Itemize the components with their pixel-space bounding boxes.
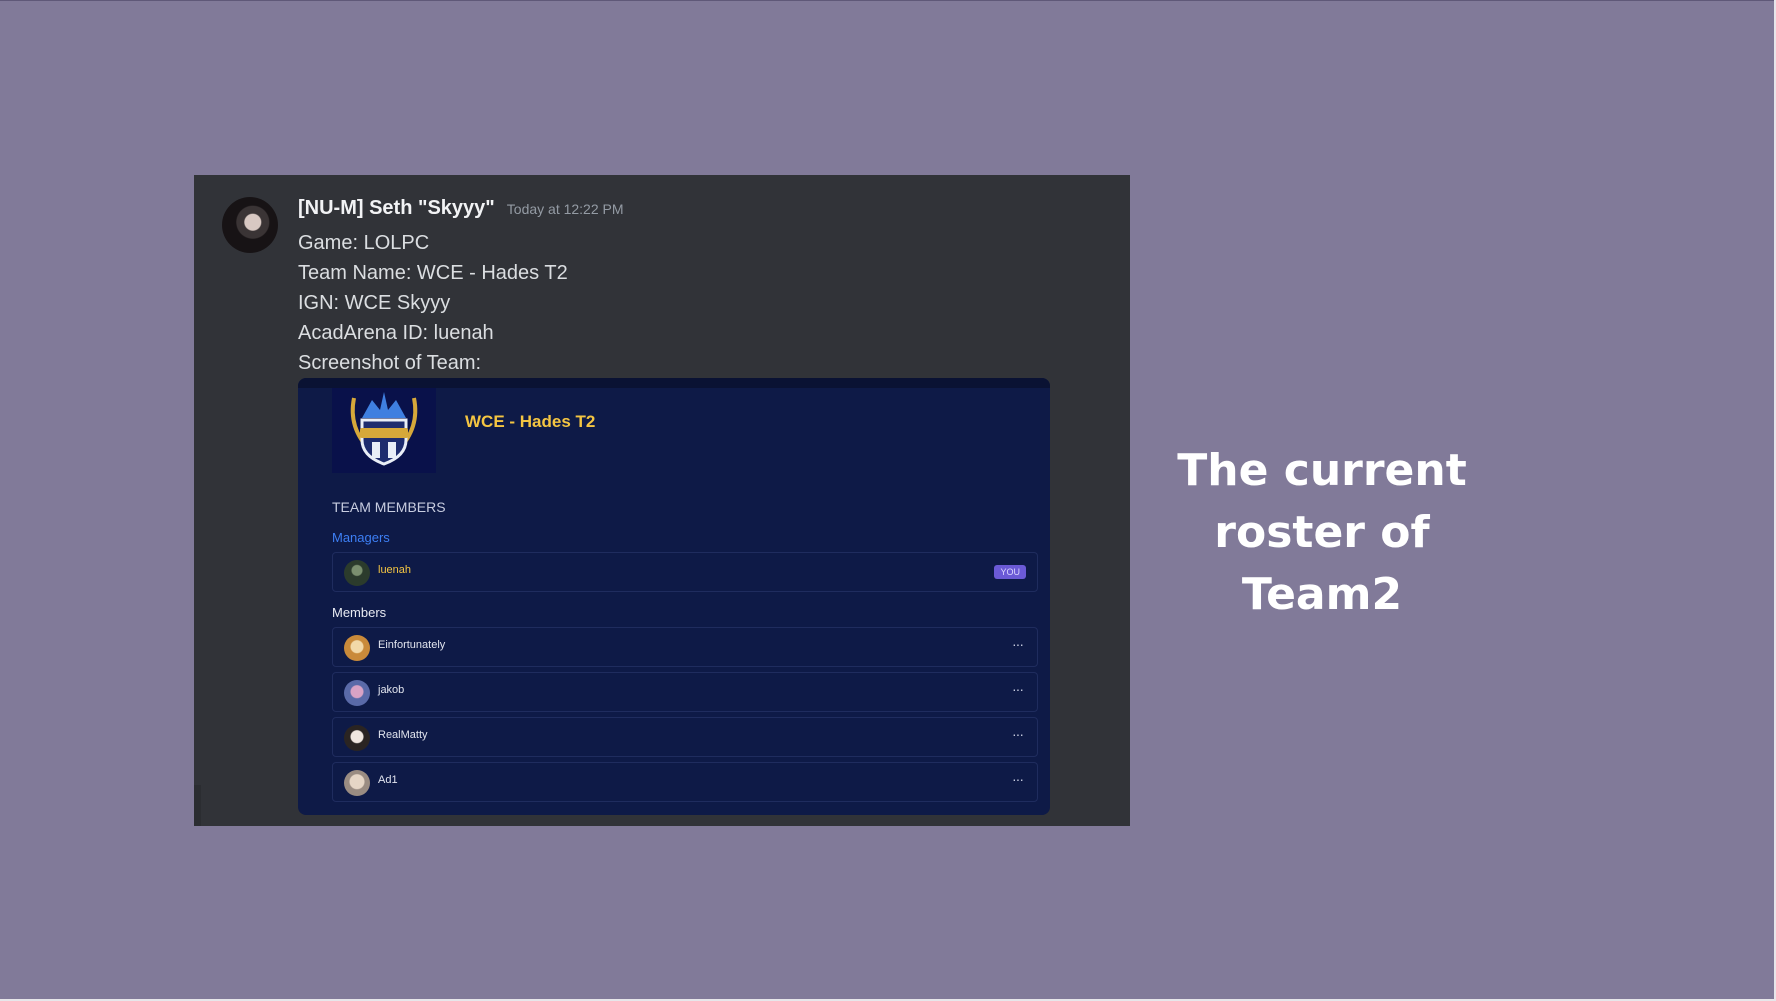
avatar	[344, 725, 370, 751]
message-timestamp: Today at 12:22 PM	[506, 201, 624, 217]
member-row[interactable]: jakob ···	[332, 672, 1038, 712]
member-row[interactable]: Einfortunately ···	[332, 627, 1038, 667]
manager-row[interactable]: luenah YOU	[332, 552, 1038, 592]
message-line: Game: LOLPC	[298, 232, 430, 254]
avatar	[344, 770, 370, 796]
member-name: Einfortunately	[378, 639, 446, 651]
message-header: [NU-M] Seth "Skyyy" Today at 12:22 PM	[298, 197, 624, 220]
member-name: RealMatty	[378, 729, 428, 741]
avatar	[344, 635, 370, 661]
scroll-edge	[194, 785, 201, 826]
more-options-icon[interactable]: ···	[1012, 636, 1024, 652]
more-options-icon[interactable]: ···	[1012, 681, 1024, 697]
avatar	[344, 680, 370, 706]
team-name: WCE - Hades T2	[465, 412, 596, 431]
member-row[interactable]: RealMatty ···	[332, 717, 1038, 757]
managers-label: Managers	[332, 530, 390, 545]
member-name: Ad1	[378, 774, 398, 786]
members-label: Members	[332, 605, 387, 620]
message-line: IGN: WCE Skyyy	[298, 292, 451, 314]
team-screenshot-attachment[interactable]: WCE - Hades T2 TEAM MEMBERS Managers lue…	[298, 378, 1050, 815]
frame-top-border	[0, 0, 1776, 1]
member-row[interactable]: Ad1 ···	[332, 762, 1038, 802]
you-badge: YOU	[994, 565, 1026, 579]
message-line: AcadArena ID: luenah	[298, 322, 494, 344]
laurel-shield-logo-icon	[350, 392, 418, 466]
member-name: jakob	[378, 684, 405, 696]
avatar	[344, 560, 370, 586]
more-options-icon[interactable]: ···	[1012, 726, 1024, 742]
team-logo	[332, 388, 436, 473]
message-body: Game: LOLPC Team Name: WCE - Hades T2 IG…	[298, 228, 568, 378]
team-members-heading: TEAM MEMBERS	[332, 499, 446, 515]
more-options-icon[interactable]: ···	[1012, 771, 1024, 787]
manager-name: luenah	[378, 564, 412, 576]
attachment-top-band	[298, 378, 1050, 388]
discord-message-screenshot: [NU-M] Seth "Skyyy" Today at 12:22 PM Ga…	[194, 175, 1130, 826]
slide-caption: The current roster of Team2	[1177, 445, 1467, 620]
message-line: Screenshot of Team:	[298, 352, 482, 374]
message-line: Team Name: WCE - Hades T2	[298, 262, 568, 284]
author-avatar[interactable]	[222, 197, 278, 253]
author-username[interactable]: [NU-M] Seth "Skyyy"	[298, 197, 495, 220]
